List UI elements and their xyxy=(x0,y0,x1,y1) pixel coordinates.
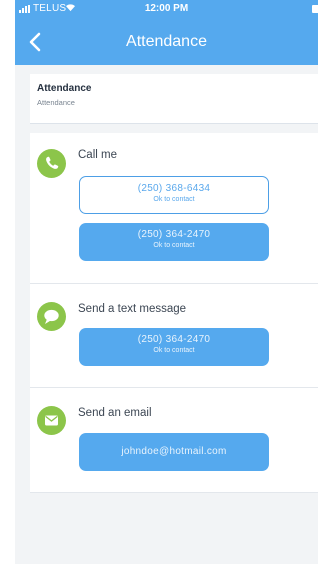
call-section: Call me (250) 368-6434 Ok to contact (25… xyxy=(30,133,318,283)
email-label: Send an email xyxy=(78,407,152,419)
divider xyxy=(30,492,318,493)
email-section: Send an email johndoe@hotmail.com xyxy=(30,388,318,493)
call-icon-badge xyxy=(37,149,66,178)
contact-options-card: Call me (250) 368-6434 Ok to contact (25… xyxy=(30,133,318,493)
divider xyxy=(30,123,318,124)
call-option-button[interactable]: (250) 364-2470 Ok to contact xyxy=(79,223,269,261)
card-title: Attendance xyxy=(37,83,92,94)
phone-number: (250) 364-2470 xyxy=(137,229,211,240)
content-area: Attendance Attendance Call me (250) 368-… xyxy=(15,65,318,564)
status-time: 12:00 PM xyxy=(144,3,189,14)
status-bar: TELUS 12:00 PM xyxy=(15,0,320,18)
phone-number: (250) 368-6434 xyxy=(137,183,211,194)
envelope-icon xyxy=(45,415,58,426)
text-icon-badge xyxy=(37,302,66,331)
contact-permission: Ok to contact xyxy=(153,347,195,354)
email-address: johndoe@hotmail.com xyxy=(121,446,227,457)
contact-permission: Ok to contact xyxy=(153,242,195,249)
call-option-button[interactable]: (250) 368-6434 Ok to contact xyxy=(79,176,269,214)
call-label: Call me xyxy=(78,149,117,161)
text-label: Send a text message xyxy=(78,303,187,315)
email-icon-badge xyxy=(37,406,66,435)
email-option-button[interactable]: johndoe@hotmail.com xyxy=(79,433,269,471)
contact-permission: Ok to contact xyxy=(153,196,195,203)
chat-bubble-icon xyxy=(44,309,59,324)
attendance-header-card: Attendance Attendance xyxy=(30,74,318,124)
nav-header: TELUS 12:00 PM Attendance xyxy=(15,0,320,65)
phone-number: (250) 364-2470 xyxy=(137,334,211,345)
text-section: Send a text message (250) 364-2470 Ok to… xyxy=(30,284,318,388)
text-option-button[interactable]: (250) 364-2470 Ok to contact xyxy=(79,328,269,366)
page-title: Attendance xyxy=(126,33,207,50)
card-subtitle: Attendance xyxy=(37,98,75,107)
battery-icon xyxy=(312,5,320,13)
phone-icon xyxy=(46,156,59,169)
